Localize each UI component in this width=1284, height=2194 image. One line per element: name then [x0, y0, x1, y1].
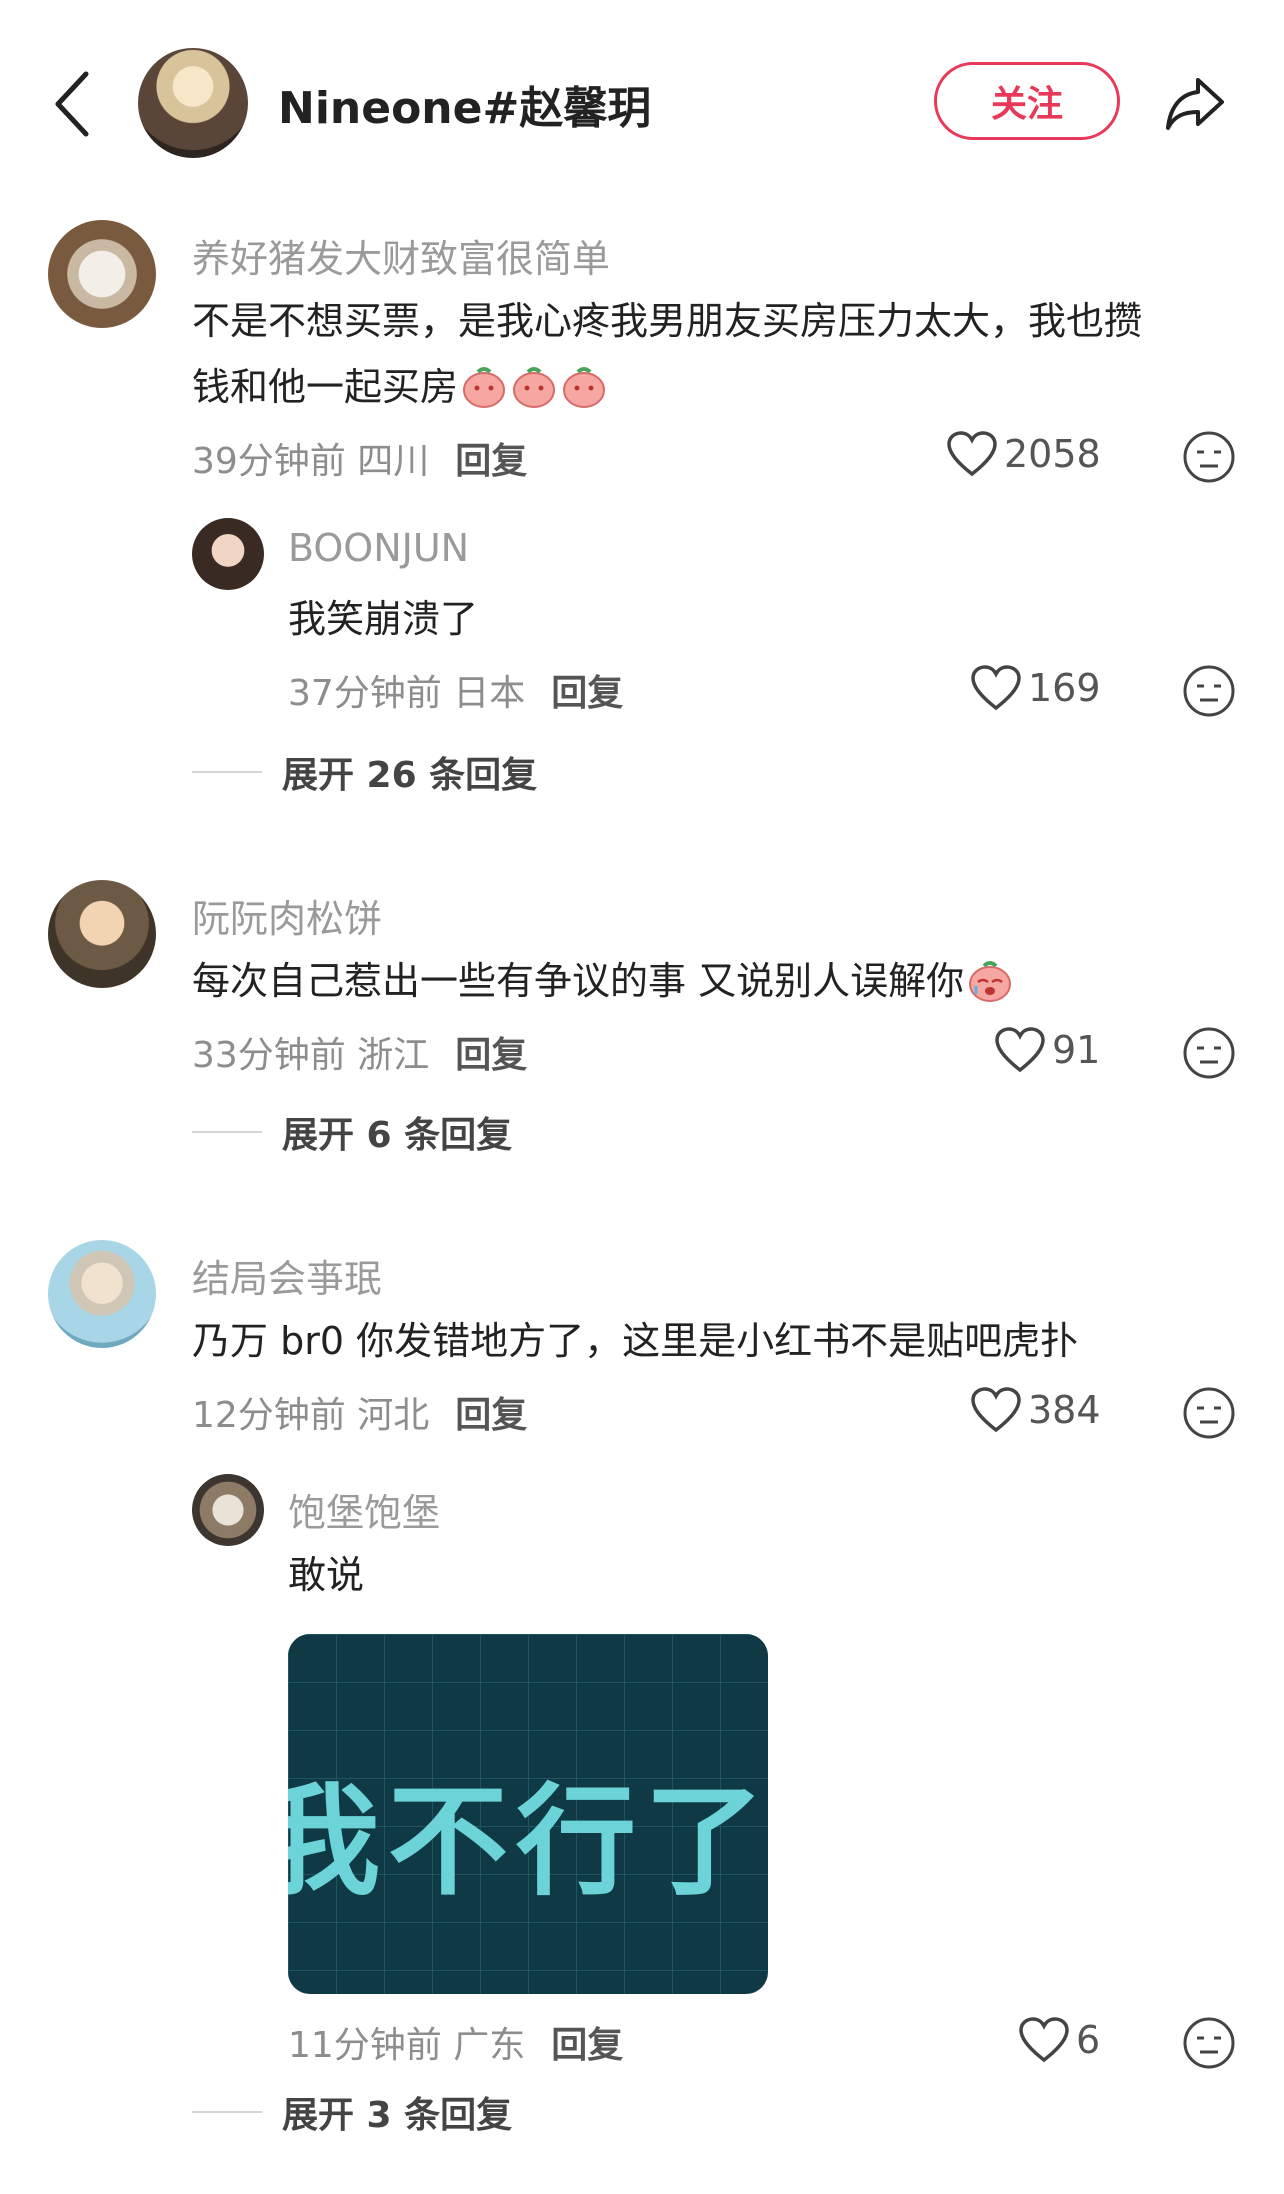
reply-button[interactable]: 回复	[551, 2025, 623, 2066]
peach-emoji-icon	[463, 367, 506, 408]
expand-replies-button[interactable]: 展开 26 条回复	[192, 746, 537, 798]
dislike-face-icon[interactable]	[1182, 1386, 1236, 1440]
peach-emoji-icon	[563, 367, 606, 408]
like-button[interactable]: 6	[1018, 2016, 1100, 2064]
back-arrow-icon[interactable]	[52, 70, 92, 138]
reply-image-text: 我不行了。	[288, 1773, 768, 1912]
heart-icon	[947, 431, 997, 477]
like-button[interactable]: 384	[970, 1386, 1101, 1434]
peach-emoji-icon	[513, 367, 556, 408]
heart-icon	[1019, 2017, 1069, 2063]
comment-avatar[interactable]	[48, 880, 156, 988]
comment-text-fragment: 每次自己惹出一些有争议的事 又说别人误解你	[192, 959, 965, 1003]
like-button[interactable]: 2058	[946, 430, 1101, 478]
reply-button[interactable]: 回复	[455, 441, 527, 482]
like-count: 169	[1028, 666, 1101, 710]
comment-text-line: 钱和他一起买房	[192, 354, 1232, 420]
comment-username[interactable]: 阮阮肉松饼	[192, 888, 382, 943]
dislike-face-icon[interactable]	[1182, 430, 1236, 484]
reply-button[interactable]: 回复	[551, 673, 623, 714]
reply-avatar[interactable]	[192, 1474, 264, 1546]
author-avatar[interactable]	[138, 48, 248, 158]
like-count: 6	[1076, 2018, 1101, 2062]
top-bar: Nineone#赵馨玥 关注	[0, 0, 1284, 200]
crying-emoji-icon	[969, 961, 1012, 1002]
comment-text: 乃万 br0 你发错地方了，这里是小红书不是贴吧虎扑	[192, 1319, 1079, 1363]
reply-username[interactable]: 饱堡饱堡	[288, 1482, 440, 1537]
dislike-face-icon[interactable]	[1182, 664, 1236, 718]
dislike-face-icon[interactable]	[1182, 1026, 1236, 1080]
comment-text: 每次自己惹出一些有争议的事 又说别人误解你	[192, 948, 1014, 1014]
divider	[192, 2111, 262, 2113]
expand-replies-button[interactable]: 展开 3 条回复	[192, 2086, 512, 2138]
like-button[interactable]: 91	[994, 1026, 1100, 1074]
expand-replies-label: 展开 6 条回复	[282, 1115, 513, 1156]
reply-time-location: 37分钟前 日本	[288, 673, 526, 714]
reply-text: 我笑崩溃了	[288, 597, 479, 641]
comment-meta: 33分钟前 浙江 回复	[192, 1026, 527, 1078]
reply-meta: 11分钟前 广东 回复	[288, 2016, 623, 2068]
like-count: 2058	[1004, 432, 1101, 476]
reply-time-location: 11分钟前 广东	[288, 2025, 526, 2066]
comment-avatar[interactable]	[48, 220, 156, 328]
reply-text: 敢说	[288, 1553, 365, 1597]
expand-replies-button[interactable]: 展开 6 条回复	[192, 1106, 512, 1158]
follow-button[interactable]: 关注	[934, 62, 1120, 140]
dislike-face-icon[interactable]	[1182, 2016, 1236, 2070]
expand-replies-label: 展开 3 条回复	[282, 2095, 513, 2136]
share-icon[interactable]	[1164, 70, 1228, 134]
reply-image[interactable]: 我不行了。	[288, 1634, 768, 1994]
reply-button[interactable]: 回复	[455, 1395, 527, 1436]
comment-text-fragment: 钱和他一起买房	[192, 365, 459, 409]
divider	[192, 1131, 262, 1133]
comment-text-line: 不是不想买票，是我心疼我男朋友买房压力太大，我也攒	[192, 299, 1143, 343]
heart-icon	[995, 1027, 1045, 1073]
like-count: 91	[1052, 1028, 1101, 1072]
author-name[interactable]: Nineone#赵馨玥	[278, 72, 651, 136]
comment-time-location: 39分钟前 四川	[192, 441, 430, 482]
comment-time-location: 12分钟前 河北	[192, 1395, 430, 1436]
reply-meta: 37分钟前 日本 回复	[288, 664, 623, 716]
comment-avatar[interactable]	[48, 1240, 156, 1348]
reply-button[interactable]: 回复	[455, 1035, 527, 1076]
heart-icon	[971, 665, 1021, 711]
comment-username[interactable]: 结局会亊珉	[192, 1248, 382, 1303]
comment-time-location: 33分钟前 浙江	[192, 1035, 430, 1076]
heart-icon	[971, 1387, 1021, 1433]
comment-text: 不是不想买票，是我心疼我男朋友买房压力太大，我也攒 钱和他一起买房	[192, 288, 1232, 420]
divider	[192, 771, 262, 773]
like-button[interactable]: 169	[970, 664, 1101, 712]
reply-username[interactable]: BOONJUN	[288, 526, 469, 570]
reply-avatar[interactable]	[192, 518, 264, 590]
comment-meta: 39分钟前 四川 回复	[192, 432, 527, 484]
expand-replies-label: 展开 26 条回复	[282, 755, 538, 796]
like-count: 384	[1028, 1388, 1101, 1432]
comment-meta: 12分钟前 河北 回复	[192, 1386, 527, 1438]
comment-username[interactable]: 养好猪发大财致富很简单	[192, 228, 610, 283]
